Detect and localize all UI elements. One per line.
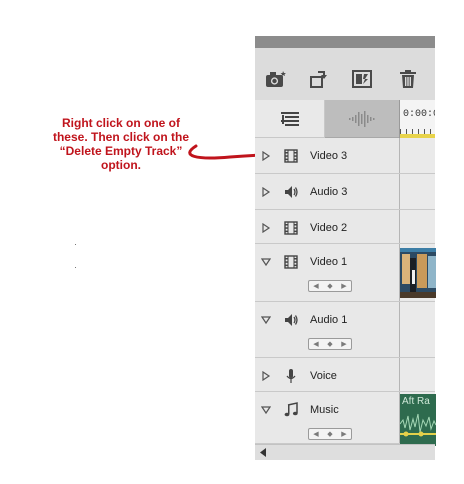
collapse-triangle-icon[interactable] bbox=[261, 315, 271, 325]
track-name: Audio 1 bbox=[310, 314, 348, 326]
track-layout-icon bbox=[280, 111, 299, 126]
track-view-button[interactable] bbox=[255, 100, 325, 138]
prev-keyframe-icon[interactable]: ◀ bbox=[313, 341, 318, 348]
audio-view-button[interactable] bbox=[325, 100, 399, 138]
add-keyframe-icon[interactable]: ◆ bbox=[327, 283, 332, 290]
track-name: Music bbox=[310, 404, 339, 416]
rotate-icon[interactable] bbox=[305, 66, 333, 92]
next-keyframe-icon[interactable]: ▶ bbox=[341, 283, 346, 290]
track-lane[interactable] bbox=[399, 358, 435, 391]
keyframe-navigator[interactable]: ◀ ◆ ▶ bbox=[308, 280, 352, 292]
track-lane[interactable] bbox=[399, 210, 435, 243]
keyframe-navigator[interactable]: ◀ ◆ ▶ bbox=[308, 428, 352, 440]
collapse-triangle-icon[interactable] bbox=[261, 257, 271, 267]
collapse-triangle-icon[interactable] bbox=[261, 405, 271, 415]
expand-triangle-icon[interactable] bbox=[261, 371, 271, 381]
video-clip[interactable] bbox=[400, 248, 436, 298]
film-icon bbox=[284, 255, 298, 269]
annotation-line-2: these. Then click on the bbox=[52, 130, 190, 144]
smart-fix-icon[interactable] bbox=[348, 66, 376, 92]
track-name: Audio 3 bbox=[310, 186, 348, 198]
expand-triangle-icon[interactable] bbox=[261, 151, 271, 161]
keyframe-navigator[interactable]: ◀ ◆ ▶ bbox=[308, 338, 352, 350]
expand-triangle-icon[interactable] bbox=[261, 223, 271, 233]
track-header-voice[interactable]: Voice bbox=[255, 358, 435, 392]
track-lane[interactable] bbox=[399, 138, 435, 173]
speaker-icon bbox=[285, 314, 298, 326]
track-header-audio-3[interactable]: Audio 3 bbox=[255, 174, 435, 210]
timeline-panel: 0:00:0 Video 3 Audio 3 Video 2 Video 1 ◀… bbox=[255, 36, 436, 460]
waveform-icon bbox=[349, 110, 375, 127]
next-keyframe-icon[interactable]: ▶ bbox=[341, 431, 346, 438]
track-header-music[interactable]: Music ◀ ◆ ▶ Aft Ra bbox=[255, 392, 436, 446]
film-icon bbox=[284, 149, 298, 163]
prev-keyframe-icon[interactable]: ◀ bbox=[313, 283, 318, 290]
track-header-video-1[interactable]: Video 1 ◀ ◆ ▶ bbox=[255, 244, 436, 302]
next-keyframe-icon[interactable]: ▶ bbox=[341, 341, 346, 348]
track-header-video-2[interactable]: Video 2 bbox=[255, 210, 435, 244]
microphone-icon bbox=[286, 369, 296, 383]
annotation-line-4: option. bbox=[101, 158, 141, 172]
timecode-readout: 0:00:0 bbox=[403, 109, 435, 120]
track-name: Video 3 bbox=[310, 150, 348, 162]
audio-waveform bbox=[400, 413, 436, 437]
speck bbox=[75, 267, 76, 268]
add-keyframe-icon[interactable]: ◆ bbox=[327, 431, 332, 438]
scroll-left-arrow-icon[interactable] bbox=[259, 448, 267, 457]
camera-icon[interactable] bbox=[262, 66, 290, 92]
prev-keyframe-icon[interactable]: ◀ bbox=[313, 431, 318, 438]
speck bbox=[75, 244, 76, 245]
track-lane[interactable] bbox=[399, 244, 436, 301]
timeline-toolbar bbox=[255, 36, 435, 100]
annotation-line-1: Right click on one of bbox=[61, 116, 180, 130]
track-lane[interactable] bbox=[399, 174, 435, 209]
track-name: Video 2 bbox=[310, 222, 348, 234]
track-name: Voice bbox=[310, 370, 337, 382]
trash-icon[interactable] bbox=[394, 66, 422, 92]
track-header-video-3[interactable]: Video 3 bbox=[255, 138, 435, 174]
film-icon bbox=[284, 221, 298, 235]
horizontal-scrollbar[interactable] bbox=[255, 444, 435, 460]
track-header-audio-1[interactable]: Audio 1 ◀ ◆ ▶ bbox=[255, 302, 435, 358]
instruction-annotation: Right click on one of these. Then click … bbox=[46, 116, 196, 172]
timeline-ruler[interactable]: 0:00:0 bbox=[399, 100, 435, 138]
track-lane[interactable]: Aft Ra bbox=[399, 392, 436, 446]
annotation-line-3: “Delete Empty Track” bbox=[59, 144, 183, 158]
expand-triangle-icon[interactable] bbox=[261, 187, 271, 197]
track-name: Video 1 bbox=[310, 256, 348, 268]
music-note-icon bbox=[284, 402, 298, 417]
music-clip[interactable]: Aft Ra bbox=[400, 394, 436, 446]
track-lane[interactable] bbox=[399, 302, 435, 357]
add-keyframe-icon[interactable]: ◆ bbox=[327, 341, 332, 348]
speaker-icon bbox=[285, 186, 298, 198]
